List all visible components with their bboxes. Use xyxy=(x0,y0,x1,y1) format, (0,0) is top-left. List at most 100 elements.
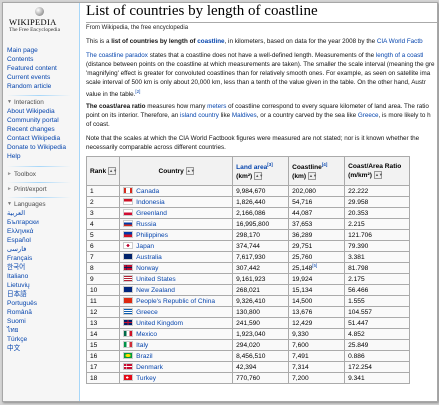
inline-link[interactable]: Maldives xyxy=(232,112,257,119)
rank-header[interactable]: Rank ▲▼ xyxy=(85,156,121,186)
country-link[interactable]: People's Republic of China xyxy=(136,298,215,305)
land-area-citation[interactable]: [3] xyxy=(267,162,273,167)
table-row: 3 Greenland 2,166,086 44,087 20.353 xyxy=(85,207,411,219)
nav-donate[interactable]: Donate to Wikipedia xyxy=(7,143,75,152)
lang-finnish[interactable]: Suomi xyxy=(7,317,75,326)
nav-current-events[interactable]: Current events xyxy=(7,73,75,82)
ratio-value: 22.222 xyxy=(348,187,369,195)
lang-romanian[interactable]: Română xyxy=(7,308,75,317)
lang-arabic[interactable]: العربية xyxy=(7,209,75,218)
country-link[interactable]: New Zealand xyxy=(136,287,175,294)
nav-contents[interactable]: Contents xyxy=(7,55,75,64)
inline-link[interactable]: The coastline paradox xyxy=(86,52,148,59)
citation-link[interactable]: [2] xyxy=(135,89,140,94)
rank-value: 12 xyxy=(90,308,98,316)
land-area-link[interactable]: Land area xyxy=(236,164,267,171)
inline-link[interactable]: Greece xyxy=(358,112,379,119)
country-link[interactable]: Italy xyxy=(136,342,148,349)
interaction-toggle[interactable]: ▼ Interaction xyxy=(7,98,75,107)
country-cell: Greenland xyxy=(119,207,234,219)
lang-greek[interactable]: Ελληνικά xyxy=(7,227,75,236)
rank-value: 14 xyxy=(90,330,98,338)
country-header[interactable]: Country ▲▼ xyxy=(119,156,234,186)
country-link[interactable]: Greenland xyxy=(136,210,167,217)
ratio-header[interactable]: Coast/Area Ratio (m/km²) ▲▼ xyxy=(344,156,411,186)
lang-chinese[interactable]: 中文 xyxy=(7,344,75,353)
inline-link[interactable]: CIA World Factb xyxy=(377,38,423,45)
country-link[interactable]: Philippines xyxy=(136,232,168,239)
country-link[interactable]: Greece xyxy=(136,309,158,316)
japan-flag-icon xyxy=(123,242,134,249)
toolbox-toggle[interactable]: ► Toolbox xyxy=(7,170,75,179)
print-export-toggle[interactable]: ► Print/export xyxy=(7,185,75,194)
ratio-cell: 121.706 xyxy=(344,229,411,241)
country-link[interactable]: United States xyxy=(136,276,176,283)
sort-icon[interactable]: ▲▼ xyxy=(254,172,263,181)
rank-cell: 6 xyxy=(85,240,121,252)
table-row: 7 Australia 7,617,930 25,760 3.381 xyxy=(85,251,411,263)
lang-turkish[interactable]: Türkçe xyxy=(7,335,75,344)
rank-value: 13 xyxy=(90,319,98,327)
rank-value: 15 xyxy=(90,341,98,349)
lang-persian[interactable]: فارسی xyxy=(7,245,75,254)
country-link[interactable]: Indonesia xyxy=(136,199,165,206)
print-export-portlet: ► Print/export xyxy=(7,185,75,194)
land-area-cell: 294,020 xyxy=(232,339,290,351)
table-row: 16 Brazil 8,456,510 7,491 0.886 xyxy=(85,350,411,362)
nav-about-wikipedia[interactable]: About Wikipedia xyxy=(7,107,75,116)
nav-help[interactable]: Help xyxy=(7,152,75,161)
ratio-cell: 79.390 xyxy=(344,240,411,252)
coastline-citation[interactable]: [4] xyxy=(322,162,328,167)
coastline-citation[interactable]: [5] xyxy=(312,263,317,268)
nav-random-article[interactable]: Random article xyxy=(7,82,75,91)
rank-value: 16 xyxy=(90,352,98,360)
languages-toggle[interactable]: ▼ Languages xyxy=(7,200,75,209)
country-link[interactable]: Canada xyxy=(136,188,159,195)
article-content: List of countries by length of coastline… xyxy=(79,3,437,401)
country-link[interactable]: Norway xyxy=(136,265,158,272)
nav-main-page[interactable]: Main page xyxy=(7,46,75,55)
country-link[interactable]: Mexico xyxy=(136,331,157,338)
lang-korean[interactable]: 한국어 xyxy=(7,263,75,272)
lang-french[interactable]: Français xyxy=(7,254,75,263)
rank-cell: 8 xyxy=(85,262,121,274)
land-area-value: 1,923,040 xyxy=(236,330,266,338)
nav-recent-changes[interactable]: Recent changes xyxy=(7,125,75,134)
nav-community-portal[interactable]: Community portal xyxy=(7,116,75,125)
coastline-cell: 7,600 xyxy=(288,339,346,351)
sort-icon[interactable]: ▲▼ xyxy=(185,166,195,175)
country-link[interactable]: Russia xyxy=(136,221,156,228)
country-link[interactable]: Turkey xyxy=(136,375,156,382)
inline-link[interactable]: coastline xyxy=(197,38,224,45)
sort-icon[interactable]: ▲▼ xyxy=(373,170,383,179)
sort-icon[interactable]: ▲▼ xyxy=(108,166,117,175)
ratio-value: 1.555 xyxy=(348,297,365,305)
sort-icon[interactable]: ▲▼ xyxy=(308,172,317,181)
lang-thai[interactable]: ไทย xyxy=(7,326,75,335)
country-link[interactable]: Japan xyxy=(136,243,154,250)
ratio-cell: 56.466 xyxy=(344,284,411,296)
rank-value: 5 xyxy=(90,231,94,239)
inline-link[interactable]: meters xyxy=(207,103,226,110)
inline-link[interactable]: length of a coastl xyxy=(376,52,424,59)
lang-italian[interactable]: Italiano xyxy=(7,272,75,281)
coastline-value: 7,491 xyxy=(292,353,309,361)
country-link[interactable]: Brazil xyxy=(136,353,153,360)
lang-portuguese[interactable]: Português xyxy=(7,299,75,308)
nav-contact-wikipedia[interactable]: Contact Wikipedia xyxy=(7,134,75,143)
coastline-header[interactable]: Coastline[4] (km) ▲▼ xyxy=(288,156,346,186)
lang-bulgarian[interactable]: Български xyxy=(7,218,75,227)
lang-japanese[interactable]: 日本語 xyxy=(7,290,75,299)
lang-lithuanian[interactable]: Lietuvių xyxy=(7,281,75,290)
wikipedia-logo[interactable]: WIKIPEDIA The Free Encyclopedia xyxy=(9,7,71,41)
country-cell: United Kingdom xyxy=(119,317,234,329)
nav-featured-content[interactable]: Featured content xyxy=(7,64,75,73)
country-link[interactable]: Australia xyxy=(136,254,162,261)
country-link[interactable]: United Kingdom xyxy=(136,320,183,327)
inline-link[interactable]: island country xyxy=(180,112,219,119)
rank-cell: 5 xyxy=(85,229,121,241)
rank-cell: 3 xyxy=(85,207,121,219)
land-area-header[interactable]: Land area[3] (km²) ▲▼ xyxy=(232,156,290,186)
lang-spanish[interactable]: Español xyxy=(7,236,75,245)
country-link[interactable]: Denmark xyxy=(136,364,163,371)
